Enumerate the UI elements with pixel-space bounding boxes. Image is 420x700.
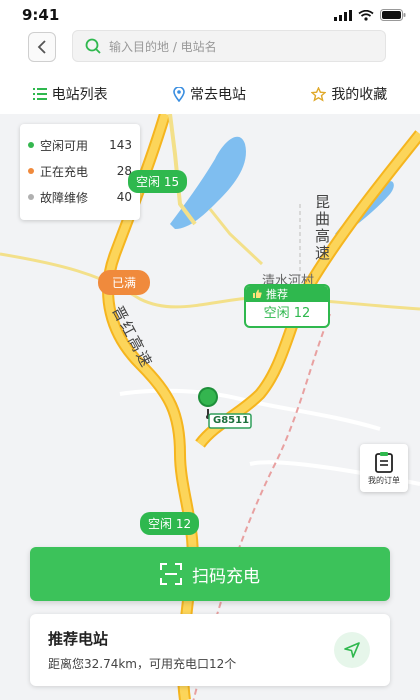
back-button[interactable] — [28, 32, 56, 62]
search-input[interactable]: 输入目的地 / 电站名 — [72, 30, 386, 62]
tab-label: 常去电站 — [189, 87, 246, 103]
signal-icon — [334, 9, 352, 21]
my-orders-label: 我的订单 — [368, 475, 400, 485]
search-placeholder: 输入目的地 / 电站名 — [109, 39, 217, 54]
station-marker-idle-12[interactable]: 空闲 12 — [140, 512, 200, 535]
thumbs-up-icon — [253, 289, 262, 298]
tab-label: 电站列表 — [51, 87, 108, 103]
chevron-left-icon — [37, 40, 46, 54]
status-legend: 空闲可用 143 正在充电 28 故障维修 40 — [20, 124, 140, 220]
legend-count: 40 — [116, 190, 132, 204]
legend-row-charging: 正在充电 28 — [28, 158, 132, 184]
legend-count: 143 — [109, 138, 132, 152]
legend-row-faulty: 故障维修 40 — [28, 184, 132, 210]
scan-label: 扫码充电 — [192, 566, 260, 587]
status-time: 9:41 — [22, 6, 60, 24]
recommended-station-marker[interactable]: 推荐 空闲 12 — [244, 284, 330, 328]
search-row: 输入目的地 / 电站名 — [0, 30, 420, 68]
road-label-kunqu: 昆曲高速 — [313, 194, 331, 262]
status-bar: 9:41 — [0, 0, 420, 30]
tab-label: 我的收藏 — [331, 87, 388, 103]
navigation-arrow-icon — [344, 642, 360, 658]
map-view[interactable]: 晋红高速 昆曲高速 清水河村 G8511 空闲可用 143 正在充电 28 故障… — [0, 114, 420, 700]
recommended-station-card[interactable]: 推荐电站 距离您32.74km，可用充电口12个 — [30, 614, 390, 686]
scan-charge-button[interactable]: 扫码充电 — [30, 547, 390, 601]
search-icon — [85, 38, 101, 54]
my-orders-button[interactable]: 我的订单 — [360, 444, 408, 492]
star-icon — [311, 86, 327, 102]
location-pin-icon — [173, 86, 185, 102]
tab-station-list[interactable]: 电站列表 — [32, 84, 108, 104]
legend-label: 空闲可用 — [40, 138, 89, 153]
list-icon — [32, 88, 47, 100]
faulty-dot — [28, 194, 34, 200]
charging-dot — [28, 168, 34, 174]
rec-card-title: 推荐电站 — [48, 630, 109, 648]
wifi-icon — [358, 9, 374, 21]
highway-shield: G8511 — [213, 415, 250, 426]
station-marker-full[interactable]: 已满 — [98, 270, 151, 295]
tab-bar: 电站列表 常去电站 我的收藏 — [0, 78, 420, 110]
station-marker-idle-15[interactable]: 空闲 15 — [128, 170, 188, 193]
tab-favorites[interactable]: 我的收藏 — [311, 84, 387, 104]
battery-icon — [380, 9, 406, 21]
idle-dot — [28, 142, 34, 148]
recommend-tag: 推荐 — [246, 286, 328, 302]
legend-row-idle: 空闲可用 143 — [28, 132, 132, 158]
recommend-tag-text: 推荐 — [266, 288, 288, 301]
status-icons — [334, 9, 406, 21]
tab-frequent-stations[interactable]: 常去电站 — [173, 84, 246, 104]
legend-label: 故障维修 — [40, 190, 89, 205]
legend-label: 正在充电 — [40, 164, 89, 179]
clipboard-icon — [375, 451, 393, 473]
rec-card-desc: 距离您32.74km，可用充电口12个 — [48, 657, 237, 671]
scan-icon — [160, 563, 182, 585]
navigate-button[interactable] — [334, 632, 370, 668]
recommend-status: 空闲 12 — [263, 306, 311, 321]
